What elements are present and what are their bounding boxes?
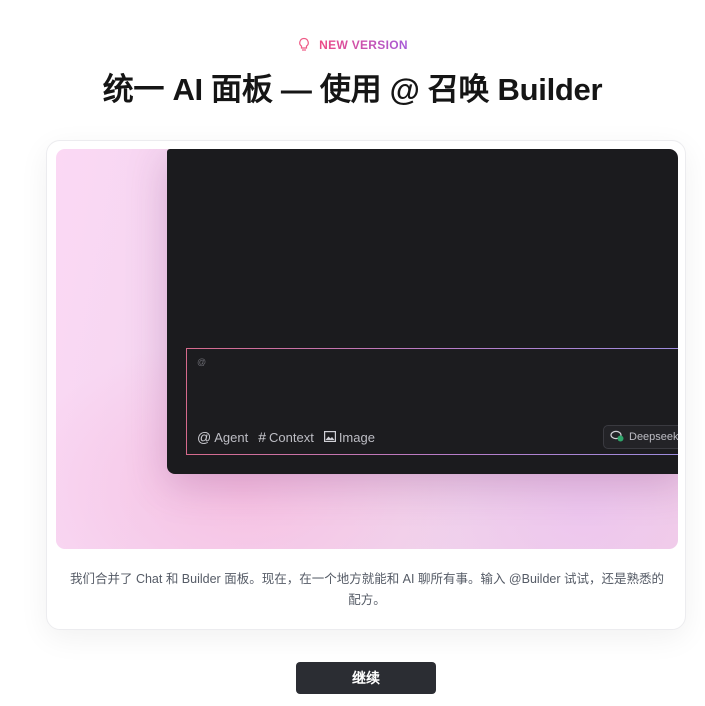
agent-tool-label: Agent (214, 429, 249, 445)
lightbulb-icon (297, 37, 311, 53)
image-tool-label: Image (338, 429, 375, 445)
deepseek-icon (610, 430, 624, 445)
page-title: 统一 AI 面板 — 使用 @ 召唤 Builder (102, 72, 603, 107)
model-label: Deepseek (629, 431, 678, 443)
image-icon (323, 429, 336, 445)
feature-card: @ @ Agent # Context Image Deepseek 我们合并了… (46, 140, 686, 630)
input-hint: @ (197, 357, 207, 367)
continue-button[interactable]: 继续 (296, 662, 436, 694)
image-tool: Image (323, 429, 375, 445)
input-toolbar: @ Agent # Context Image (197, 429, 375, 445)
chat-input-mock: @ @ Agent # Context Image Deepseek (186, 348, 678, 455)
ai-panel-mock: @ @ Agent # Context Image Deepseek (167, 149, 678, 474)
new-version-badge: NEW VERSION (0, 37, 705, 53)
preview-image: @ @ Agent # Context Image Deepseek (56, 149, 678, 549)
badge-text: NEW VERSION (319, 38, 408, 52)
context-tool: # Context (258, 429, 314, 445)
model-selector-mock: Deepseek (603, 425, 678, 449)
context-tool-label: Context (269, 429, 314, 445)
hash-icon: # (258, 429, 266, 445)
at-icon: @ (197, 429, 212, 445)
agent-tool: @ Agent (197, 429, 248, 445)
feature-description: 我们合并了 Chat 和 Builder 面板。现在，在一个地方就能和 AI 聊… (69, 572, 664, 607)
